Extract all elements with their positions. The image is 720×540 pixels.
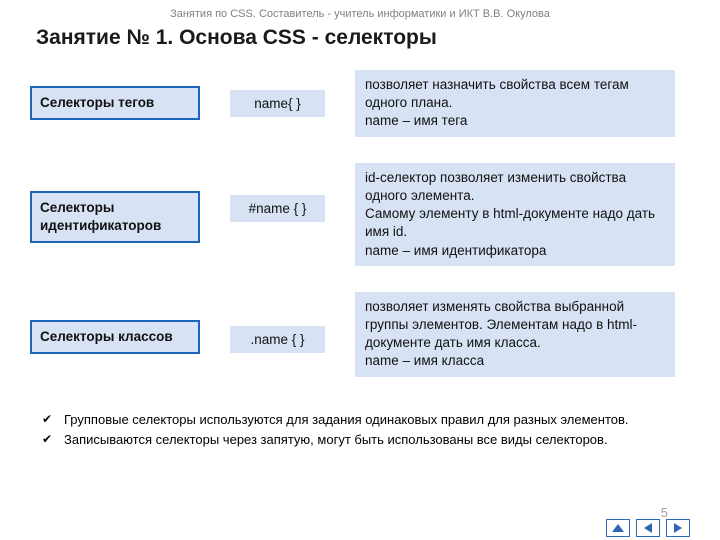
selector-label-classes: Селекторы классов [30,320,200,354]
footer-item: Групповые селекторы используются для зад… [60,411,640,429]
selector-code-classes: .name { } [230,326,325,353]
selector-desc-classes: позволяет изменять свойства выбранной гр… [355,292,675,377]
selector-row-classes: Селекторы классов .name { } позволяет из… [0,292,720,377]
selector-desc-tags: позволяет назначить свойства всем тегам … [355,70,675,137]
header-note: Занятия по CSS. Составитель - учитель ин… [0,0,720,20]
selector-code-ids: #name { } [230,195,325,222]
nav-home-button[interactable] [606,519,630,537]
nav-prev-button[interactable] [636,519,660,537]
selector-row-tags: Селекторы тегов name{ } позволяет назнач… [0,70,720,137]
selector-label-ids: Селекторы идентификаторов [30,191,200,243]
nav-next-button[interactable] [666,519,690,537]
arrow-up-icon [612,524,624,532]
nav-controls [606,519,690,537]
footer-list: Групповые селекторы используются для зад… [0,411,720,449]
page-number: 5 [661,505,668,520]
selector-desc-ids: id-селектор позволяет изменить свойства … [355,163,675,266]
arrow-left-icon [644,523,652,533]
page-title: Занятие № 1. Основа CSS - селекторы [0,20,720,50]
selector-code-tags: name{ } [230,90,325,117]
selector-row-ids: Селекторы идентификаторов #name { } id-с… [0,163,720,266]
selector-label-tags: Селекторы тегов [30,86,200,120]
footer-item: Записываются селекторы через запятую, мо… [60,431,640,449]
arrow-right-icon [674,523,682,533]
